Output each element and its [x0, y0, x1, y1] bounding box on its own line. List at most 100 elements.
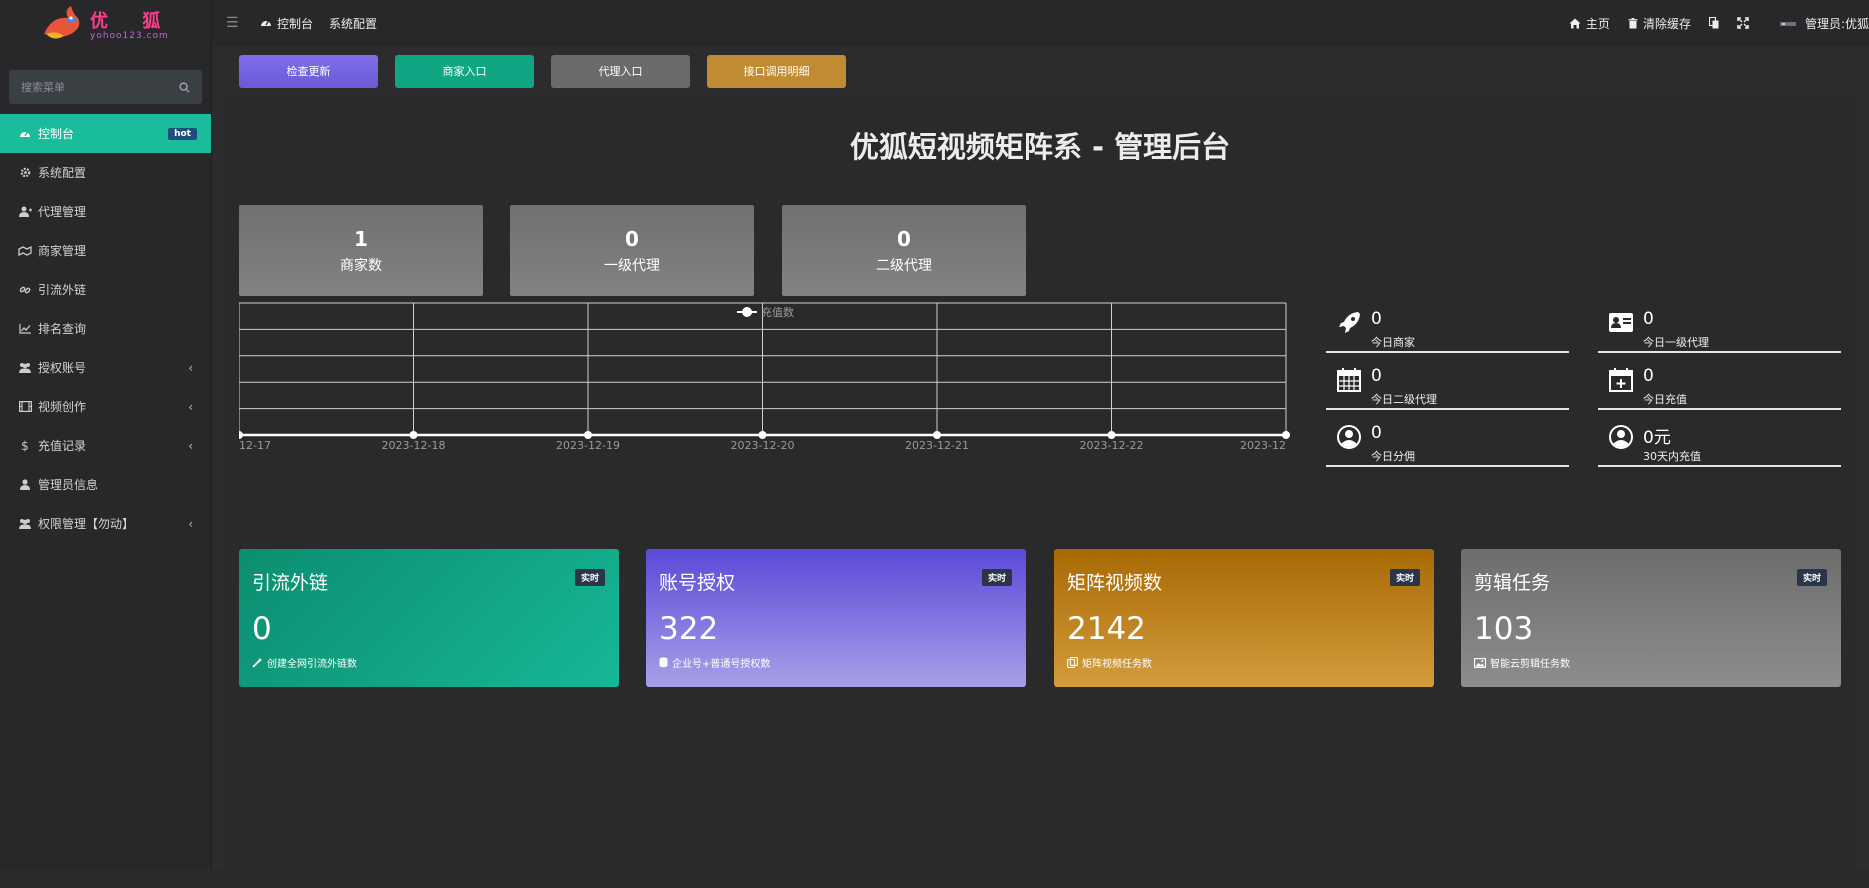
today-level1-agent: 0 今日一级代理: [1598, 308, 1841, 353]
tab-dashboard[interactable]: 控制台: [260, 15, 313, 32]
card-outlink[interactable]: 引流外链 实时 0 创建全网引流外链数: [239, 549, 619, 687]
legend-label: 充值数: [761, 305, 794, 319]
card-edit-task[interactable]: 剪辑任务 实时 103 智能云剪辑任务数: [1461, 549, 1841, 687]
card-value: 103: [1474, 611, 1534, 647]
data-point: [933, 431, 941, 439]
card-subtitle: 矩阵视频任务数: [1067, 655, 1152, 670]
stat-value: 1: [354, 227, 368, 251]
sidebar-item-label: 代理管理: [38, 205, 87, 219]
sidebar-item-agent[interactable]: 代理管理: [0, 192, 211, 231]
wand-icon: [252, 657, 263, 668]
stat-value: 0: [625, 227, 639, 251]
sidebar-item-label: 排名查询: [38, 322, 87, 336]
today-value: 0: [1371, 366, 1382, 386]
x-tick-label: 2023-12-20: [731, 439, 795, 452]
legend-marker: [742, 307, 752, 317]
card-subtitle: 创建全网引流外链数: [252, 655, 357, 670]
x-tick-label: 2023-12-21: [905, 439, 969, 452]
sidebar-item-auth-accounts[interactable]: 授权账号 ‹: [0, 348, 211, 387]
x-tick-label: 2023-12-18: [382, 439, 446, 452]
stat-label: 商家数: [340, 258, 382, 274]
line-chart-icon: [18, 322, 32, 336]
today-merchant: 0 今日商家: [1326, 308, 1569, 353]
realtime-badge: 实时: [981, 569, 1012, 586]
calendar-plus-icon: [1609, 368, 1633, 392]
stat-merchant-count: 1 商家数: [239, 205, 483, 296]
top-right-actions: 主页 清除缓存 管理员:优狐: [1569, 0, 1869, 46]
today-label: 今日二级代理: [1371, 393, 1437, 406]
sidebar-item-recharge[interactable]: $ 充值记录 ‹: [0, 426, 211, 465]
sidebar-item-outlink[interactable]: 引流外链: [0, 270, 211, 309]
home-label: 主页: [1585, 16, 1610, 31]
calendar-icon: [1337, 368, 1361, 392]
fullscreen-icon: [1737, 17, 1749, 29]
data-point: [235, 431, 243, 439]
tab-system-config[interactable]: 系统配置: [329, 15, 377, 32]
sidebar: 优 狐 yohoo123.com 控制台 hot 系统配置: [0, 0, 212, 869]
clear-cache-button[interactable]: 清除缓存: [1628, 15, 1691, 32]
x-tick-label: 12-17: [239, 439, 271, 452]
x-tick-label: 2023-12: [1240, 439, 1286, 452]
stat-label: 一级代理: [604, 258, 660, 274]
sidebar-item-merchant[interactable]: 商家管理: [0, 231, 211, 270]
top-navbar: ☰ 控制台 系统配置 主页 清除缓存 管理员:优狐: [212, 0, 1869, 46]
users-icon: [18, 361, 32, 375]
today-commission: 0 今日分佣: [1326, 422, 1569, 467]
card-account-auth[interactable]: 账号授权 实时 322 企业号+普通号授权数: [646, 549, 1026, 687]
stat-value: 0: [897, 227, 911, 251]
fullscreen-button[interactable]: [1737, 17, 1749, 29]
chevron-left-icon: ‹: [188, 516, 193, 531]
menu-toggle-icon[interactable]: ☰: [226, 15, 246, 31]
card-subtitle-text: 企业号+普通号授权数: [672, 659, 771, 670]
users-icon: [18, 517, 32, 531]
stat-level2-agent: 0 二级代理: [782, 205, 1026, 296]
api-detail-button[interactable]: 接口调用明细: [707, 54, 846, 88]
menu-search-input[interactable]: [21, 80, 161, 94]
today-label: 今日分佣: [1371, 450, 1415, 463]
today-label: 30天内充值: [1643, 450, 1701, 463]
logo[interactable]: 优 狐 yohoo123.com: [0, 0, 211, 48]
id-card-icon: [1609, 313, 1633, 332]
x-tick-label: 2023-12-22: [1080, 439, 1144, 452]
sidebar-item-system-config[interactable]: 系统配置: [0, 153, 211, 192]
tab-system-config-label: 系统配置: [329, 16, 378, 31]
sidebar-item-ranking[interactable]: 排名查询: [0, 309, 211, 348]
data-point: [584, 431, 592, 439]
fox-logo-icon: [44, 6, 80, 39]
card-matrix-video[interactable]: 矩阵视频数 实时 2142 矩阵视频任务数: [1054, 549, 1434, 687]
database-icon: [659, 657, 668, 668]
check-update-button[interactable]: 检查更新: [239, 54, 378, 88]
quick-actions: 检查更新 商家入口 代理入口 接口调用明细: [212, 46, 1869, 96]
card-value: 2142: [1067, 611, 1146, 647]
sidebar-item-dashboard[interactable]: 控制台 hot: [0, 114, 211, 153]
stat-level1-agent: 0 一级代理: [510, 205, 754, 296]
card-title: 剪辑任务: [1474, 572, 1551, 594]
translate-icon: [1708, 17, 1719, 29]
today-value: 0: [1643, 366, 1654, 386]
merchant-entry-button[interactable]: 商家入口: [395, 54, 534, 88]
sidebar-item-permissions[interactable]: 权限管理【勿动】 ‹: [0, 504, 211, 543]
clear-cache-label: 清除缓存: [1642, 16, 1691, 31]
gear-icon: [18, 166, 32, 180]
dashboard-panel: 优狐短视频矩阵系 - 管理后台 1 商家数 0 一级代理 0 二级代理 12-1…: [226, 98, 1854, 888]
home-icon: [1569, 18, 1581, 28]
hot-badge: hot: [168, 127, 197, 140]
home-link[interactable]: 主页: [1569, 15, 1610, 32]
realtime-badge: 实时: [1796, 569, 1827, 586]
user-icon: [18, 478, 32, 492]
search-icon[interactable]: [179, 81, 190, 93]
avatar: [1779, 22, 1796, 26]
sidebar-item-label: 商家管理: [38, 244, 87, 258]
sidebar-item-label: 引流外链: [38, 283, 87, 297]
sidebar-item-video-create[interactable]: 视频创作 ‹: [0, 387, 211, 426]
sidebar-item-admin-info[interactable]: 管理员信息: [0, 465, 211, 504]
menu-search: [9, 70, 202, 104]
agent-entry-button[interactable]: 代理入口: [551, 54, 690, 88]
user-plus-icon: [18, 205, 32, 219]
admin-menu[interactable]: 管理员:优狐: [1779, 15, 1869, 32]
sidebar-item-label: 视频创作: [38, 400, 87, 414]
main-content: 检查更新 商家入口 代理入口 接口调用明细 优狐短视频矩阵系 - 管理后台 1 …: [212, 46, 1869, 888]
translate-button[interactable]: [1708, 17, 1719, 29]
today-value: 0: [1643, 309, 1654, 329]
admin-name-label: 管理员:优狐: [1804, 16, 1869, 31]
